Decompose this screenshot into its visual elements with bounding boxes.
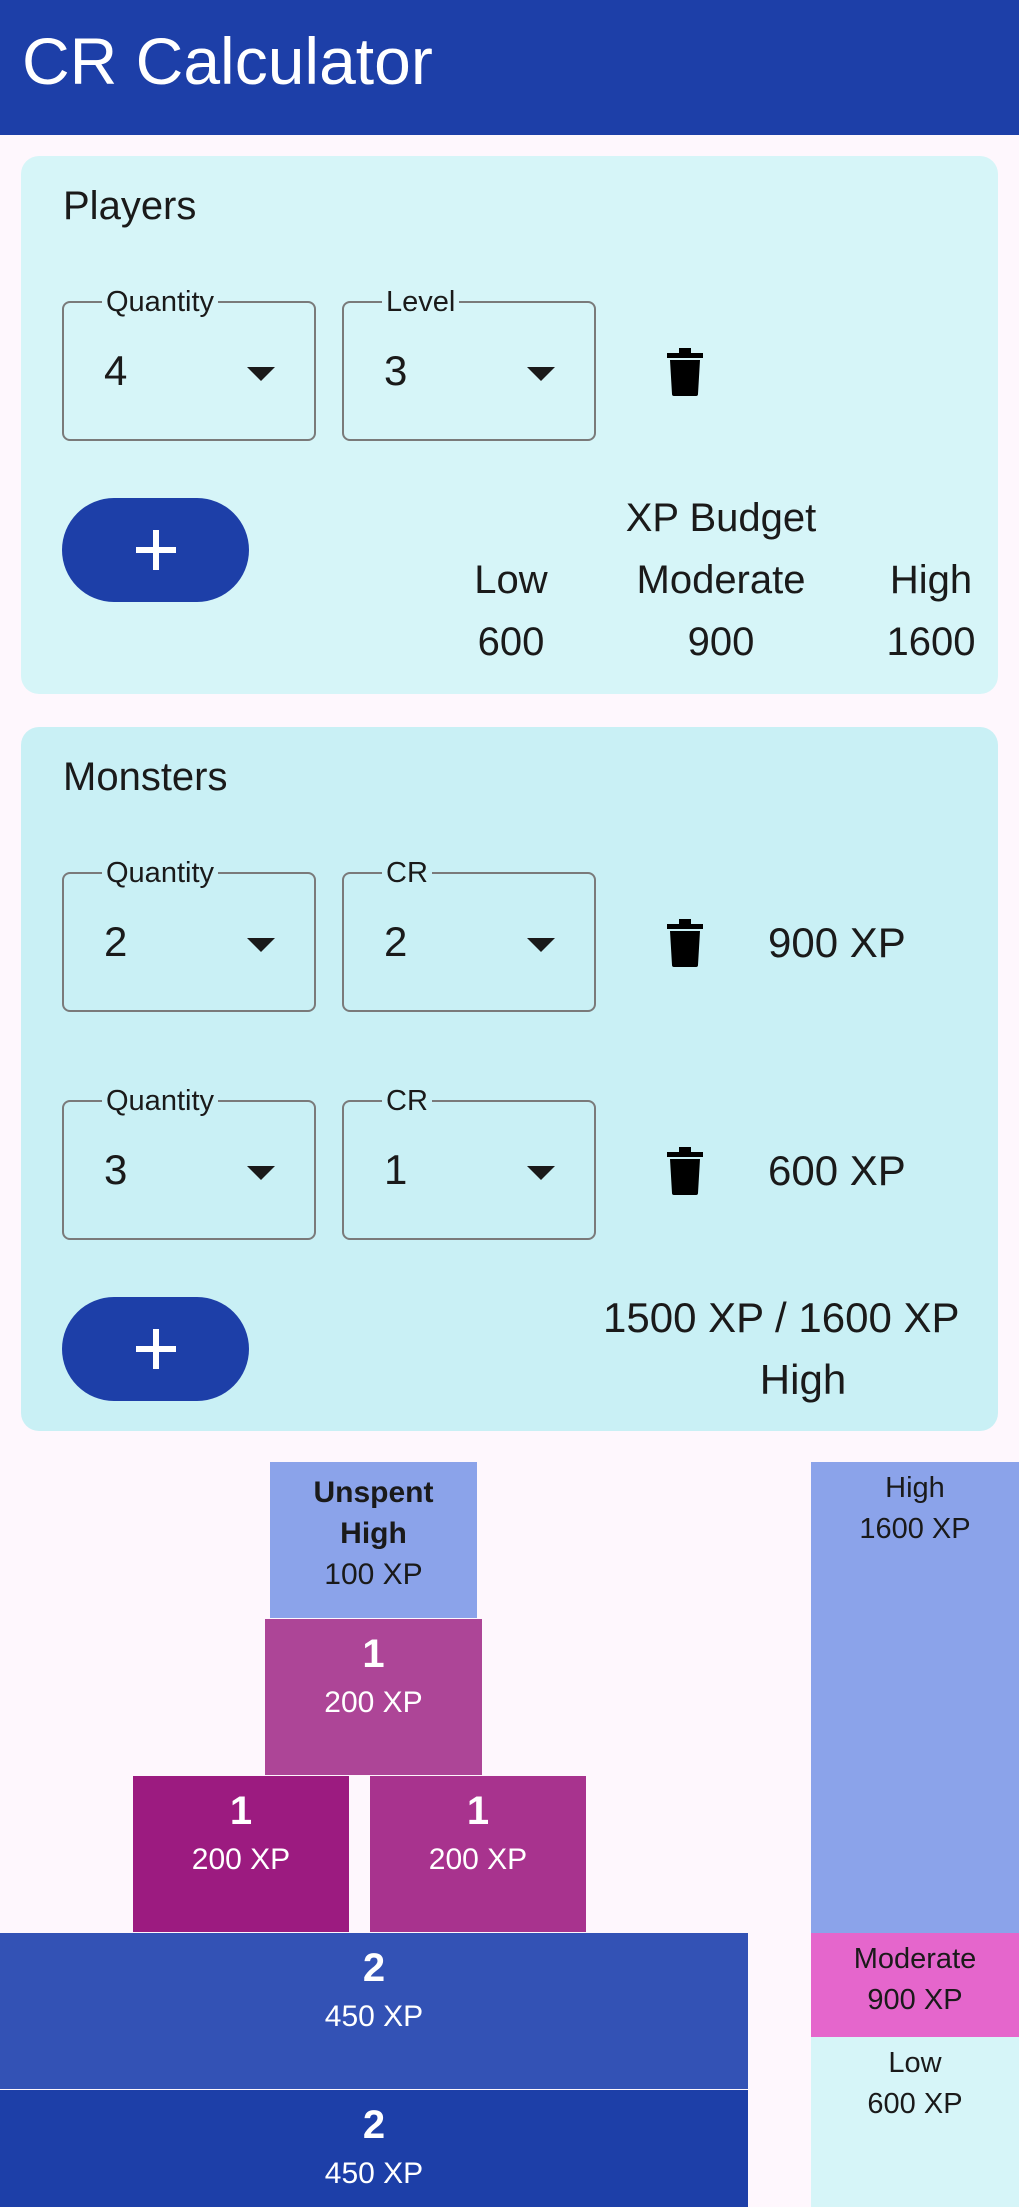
monster-cr-select[interactable]: CR 2 [342,856,596,1012]
monster-quantity-label: Quantity [102,856,218,890]
monster-block-cr1: 1 200 XP [265,1619,482,1775]
scale-moderate-xp: 900 XP [867,1984,963,2016]
scale-low-xp: 600 XP [867,2088,963,2120]
monsters-card: Monsters Quantity 2 CR 2 900 XP Quantity… [21,727,998,1431]
chevron-down-icon [527,1166,555,1180]
monster-row-xp: 900 XP [768,919,906,966]
players-level-value: 3 [384,347,408,394]
players-quantity-select[interactable]: Quantity 4 [62,285,316,441]
budget-high-label: High [889,558,973,602]
block-xp: 200 XP [324,1686,423,1719]
scale-high-label: High [885,1472,945,1504]
monster-cr-label: CR [382,1084,432,1118]
block-xp: 200 XP [428,1843,528,1876]
monster-quantity-value: 2 [104,918,128,965]
encounter-difficulty: High [759,1356,847,1403]
chevron-down-icon [527,367,555,381]
unspent-title: Unspent [313,1476,434,1509]
block-count: 1 [466,1789,490,1833]
players-quantity-label: Quantity [102,285,218,319]
add-monster-button[interactable] [62,1297,249,1401]
budget-moderate-label: Moderate [636,558,806,602]
delete-monster-icon[interactable] [667,1147,703,1195]
monster-quantity-value: 3 [104,1146,128,1193]
scale-moderate-segment: Moderate 900 XP [811,1933,1019,2037]
chevron-down-icon [247,938,275,952]
scale-high-segment: High 1600 XP [811,1462,1019,1933]
unspent-xp: 100 XP [324,1558,423,1591]
monster-cr-select[interactable]: CR 1 [342,1084,596,1240]
chevron-down-icon [247,1166,275,1180]
block-xp: 450 XP [324,2157,424,2190]
scale-low-segment: Low 600 XP [811,2037,1019,2207]
monster-row-xp: 600 XP [768,1147,906,1194]
block-xp: 200 XP [191,1843,291,1876]
scale-high-xp: 1600 XP [859,1513,971,1545]
delete-monster-icon[interactable] [667,919,703,967]
budget-moderate-value: 900 [687,620,755,664]
budget-high-value: 1600 [886,620,976,664]
block-xp: 450 XP [324,2000,424,2033]
players-level-select[interactable]: Level 3 [342,285,596,441]
players-level-label: Level [382,285,460,319]
monster-block-cr2: 2 450 XP [0,1933,748,2089]
players-quantity-value: 4 [104,347,128,394]
budget-low-label: Low [474,558,548,602]
monster-quantity-label: Quantity [102,1084,218,1118]
chevron-down-icon [527,938,555,952]
app-bar: CR Calculator [0,0,1019,135]
add-player-button[interactable] [62,498,249,602]
budget-low-value: 600 [477,620,545,664]
scale-moderate-label: Moderate [853,1943,977,1975]
monster-cr-label: CR [382,856,432,890]
monster-quantity-select[interactable]: Quantity 3 [62,1084,316,1240]
scale-low-label: Low [888,2047,942,2079]
block-count: 2 [362,2103,386,2147]
app-title: CR Calculator [22,24,433,98]
unspent-subtitle: High [340,1517,407,1550]
xp-budget-heading: XP Budget [625,496,817,540]
players-title: Players [63,184,197,228]
block-count: 1 [362,1632,385,1676]
unspent-xp-block: Unspent High 100 XP [270,1462,477,1618]
monster-quantity-select[interactable]: Quantity 2 [62,856,316,1012]
monster-block-cr2: 2 450 XP [0,2090,748,2207]
monster-block-cr1: 1 200 XP [133,1776,349,1932]
players-card: Players Quantity 4 Level 3 XP Budget Low… [21,156,998,694]
block-count: 1 [229,1789,253,1833]
monster-cr-value: 2 [384,918,408,965]
monsters-title: Monsters [63,755,228,799]
delete-player-icon[interactable] [667,348,703,396]
chevron-down-icon [247,367,275,381]
monster-block-cr1: 1 200 XP [370,1776,586,1932]
encounter-total-xp: 1500 XP / 1600 XP [603,1294,960,1341]
monster-cr-value: 1 [384,1146,408,1193]
block-count: 2 [362,1946,386,1990]
